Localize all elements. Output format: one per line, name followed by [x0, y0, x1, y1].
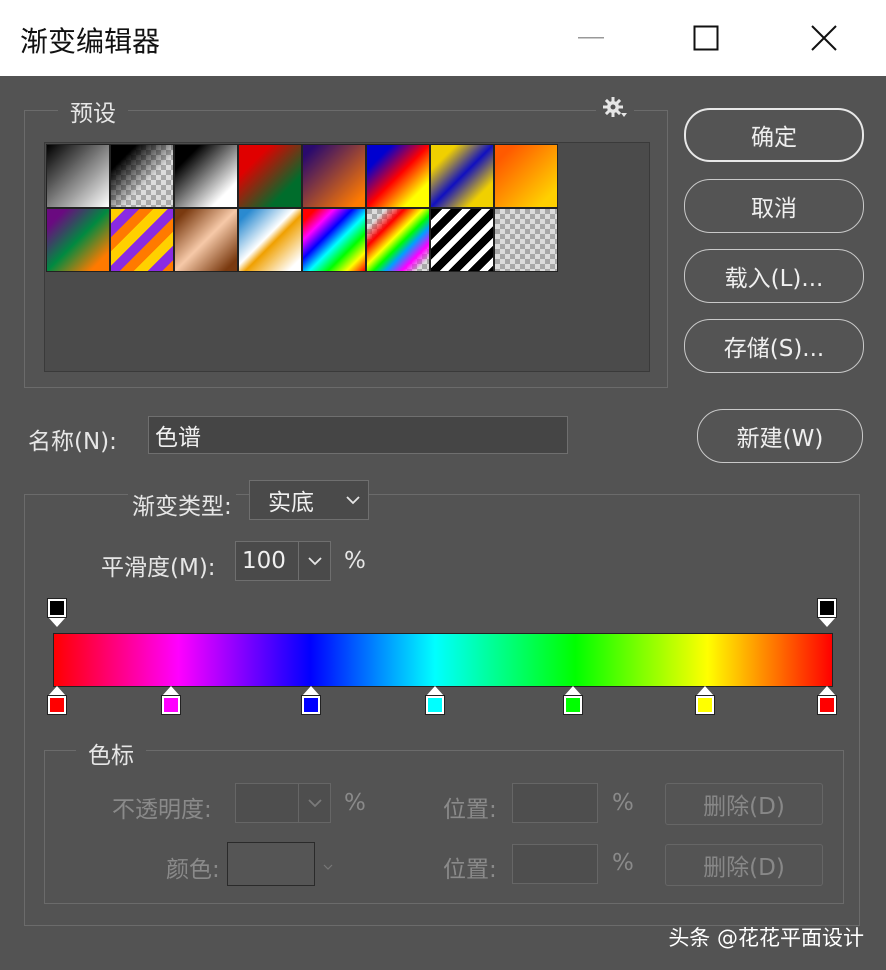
name-input[interactable]	[148, 416, 568, 454]
chevron-down-icon	[308, 557, 322, 566]
chevron-down-icon	[308, 799, 322, 808]
color-stop-swatch	[161, 695, 181, 715]
preset-swatch[interactable]	[494, 208, 558, 272]
presets-legend: 预设	[58, 94, 128, 128]
location-label-2: 位置:	[443, 857, 497, 883]
color-stop[interactable]	[817, 686, 837, 715]
color-stop-swatch	[695, 695, 715, 715]
ok-button[interactable]: 确定	[684, 108, 864, 162]
location-input[interactable]	[512, 783, 598, 823]
gradient-type-label: 渐变类型:	[128, 487, 236, 521]
divider	[298, 542, 299, 580]
smoothness-value: 100	[242, 548, 286, 574]
title-bar: 渐变编辑器	[0, 0, 886, 76]
gear-icon	[603, 97, 627, 117]
opacity-stop-swatch	[47, 598, 67, 618]
presets-menu-button[interactable]	[596, 96, 634, 120]
new-button[interactable]: 新建(W)	[697, 409, 863, 463]
delete-opacity-stop-button[interactable]: 删除(D)	[665, 783, 823, 825]
opacity-stop-right[interactable]	[817, 598, 837, 627]
stop-pointer	[162, 686, 180, 696]
preset-swatch[interactable]	[238, 208, 302, 272]
maximize-button[interactable]	[677, 14, 735, 62]
window-title: 渐变编辑器	[20, 25, 161, 58]
close-button[interactable]	[795, 14, 853, 62]
smoothness-label: 平滑度(M):	[101, 555, 216, 581]
stop-pointer	[48, 686, 66, 696]
smoothness-unit: %	[344, 548, 366, 574]
chevron-down-icon	[346, 496, 360, 505]
color-stop-swatch	[817, 695, 837, 715]
color-swatch[interactable]	[227, 842, 315, 886]
color-label: 颜色:	[166, 857, 220, 883]
preset-swatch-grid	[44, 142, 650, 372]
color-stop[interactable]	[161, 686, 181, 715]
stop-pointer	[564, 686, 582, 696]
save-button[interactable]: 存储(S)...	[684, 319, 864, 373]
gradient-type-select[interactable]: 实底	[249, 480, 369, 520]
stop-pointer	[48, 617, 66, 627]
location-unit: %	[612, 790, 634, 816]
color-stop[interactable]	[47, 686, 67, 715]
chevron-down-icon	[323, 864, 333, 870]
preset-swatch[interactable]	[430, 144, 494, 208]
preset-swatch[interactable]	[46, 144, 110, 208]
preset-swatch[interactable]	[110, 208, 174, 272]
opacity-unit: %	[344, 790, 366, 816]
stop-pointer	[426, 686, 444, 696]
delete-color-stop-button[interactable]: 删除(D)	[665, 844, 823, 886]
opacity-field[interactable]	[235, 783, 331, 823]
opacity-stop-swatch	[817, 598, 837, 618]
stop-pointer	[302, 686, 320, 696]
preset-swatch[interactable]	[430, 208, 494, 272]
preset-swatch[interactable]	[110, 144, 174, 208]
close-icon	[811, 25, 837, 51]
preset-swatch[interactable]	[174, 144, 238, 208]
preset-swatch[interactable]	[366, 144, 430, 208]
minimize-button[interactable]	[562, 14, 620, 62]
preset-swatch[interactable]	[46, 208, 110, 272]
divider	[298, 784, 299, 822]
gradient-preview-bar[interactable]	[53, 633, 833, 687]
color-stop-swatch	[47, 695, 67, 715]
opacity-stop-left[interactable]	[47, 598, 67, 627]
preset-swatch[interactable]	[238, 144, 302, 208]
minimize-icon	[578, 37, 604, 39]
preset-swatch[interactable]	[174, 208, 238, 272]
maximize-icon	[693, 25, 719, 51]
color-stop[interactable]	[695, 686, 715, 715]
gradient-type-value: 实底	[268, 490, 314, 516]
color-stop[interactable]	[563, 686, 583, 715]
cancel-button[interactable]: 取消	[684, 179, 864, 233]
preset-swatch[interactable]	[302, 144, 366, 208]
opacity-label: 不透明度:	[112, 797, 212, 823]
preset-swatch[interactable]	[302, 208, 366, 272]
color-stop-swatch	[301, 695, 321, 715]
watermark: 头条 @花花平面设计	[668, 926, 864, 950]
color-stop-swatch	[425, 695, 445, 715]
color-stop-swatch	[563, 695, 583, 715]
preset-swatch[interactable]	[494, 144, 558, 208]
load-button[interactable]: 载入(L)...	[684, 249, 864, 303]
preset-swatch[interactable]	[366, 208, 430, 272]
stop-pointer	[818, 617, 836, 627]
location-unit-2: %	[612, 850, 634, 876]
location-input-2[interactable]	[512, 844, 598, 884]
gradient-editor-dialog: 预设 确定 取消 载入(L)... 存储(S)... 名称(N): 色谱 新建(…	[0, 76, 886, 970]
location-label: 位置:	[443, 797, 497, 823]
smoothness-field[interactable]: 100	[235, 541, 331, 581]
color-stops-legend: 色标	[76, 736, 146, 770]
color-stop[interactable]	[425, 686, 445, 715]
stop-pointer	[818, 686, 836, 696]
stop-pointer	[696, 686, 714, 696]
color-stop[interactable]	[301, 686, 321, 715]
name-label: 名称(N):	[28, 429, 117, 455]
